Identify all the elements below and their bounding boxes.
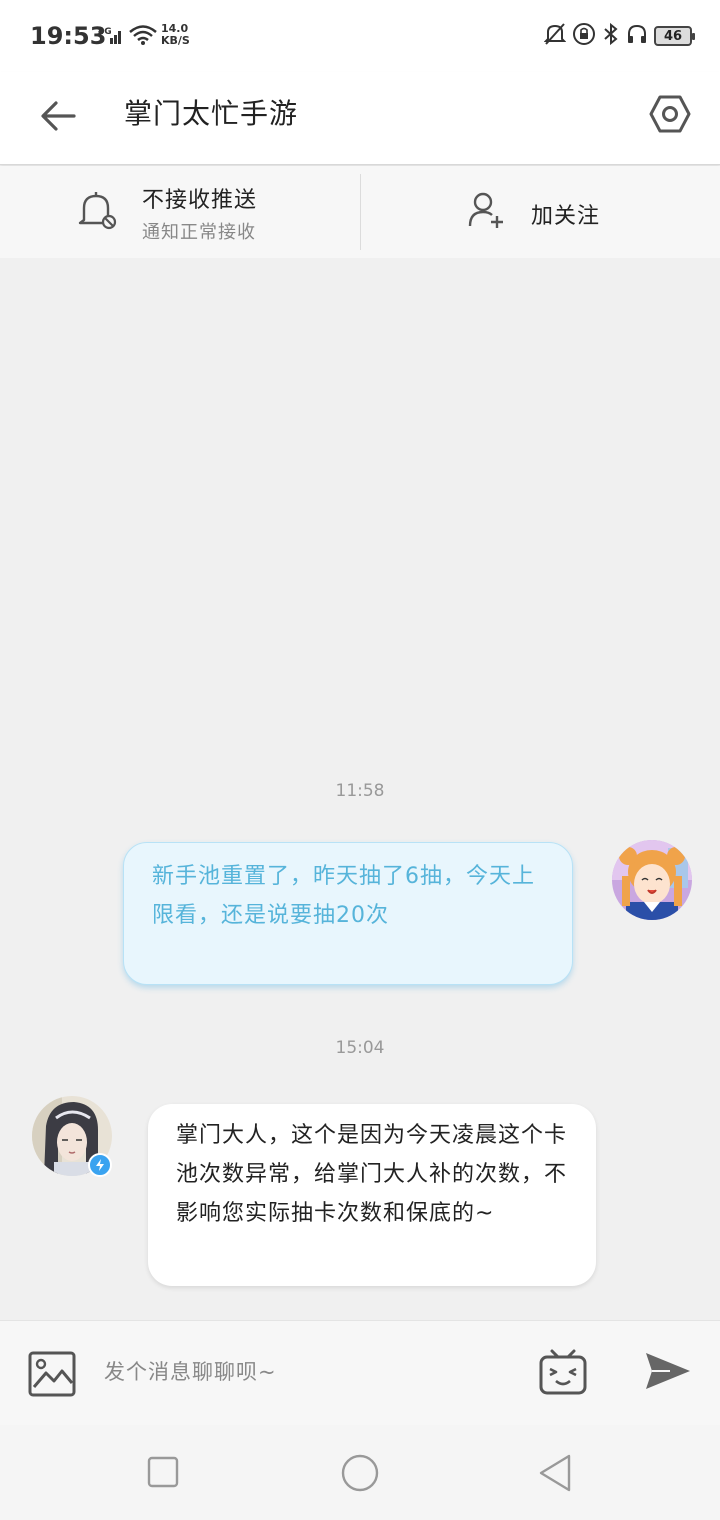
- lock-rotation-icon: [572, 22, 596, 50]
- message-timestamp: 11:58: [335, 781, 385, 801]
- send-button[interactable]: [644, 1351, 692, 1395]
- send-icon: [646, 1353, 690, 1389]
- message-timestamp: 15:04: [335, 1038, 385, 1058]
- follow-label: 加关注: [531, 204, 601, 229]
- system-back-button[interactable]: [536, 1453, 574, 1497]
- follow-button[interactable]: 加关注: [361, 166, 720, 258]
- my-avatar[interactable]: [612, 840, 692, 920]
- page-title: 掌门太忙手游: [124, 97, 299, 130]
- status-bar: 19:53 4G 14.0 KB/S 46: [0, 0, 720, 72]
- speed-unit: KB/S: [161, 34, 190, 47]
- wifi-icon: [128, 24, 158, 50]
- image-picker-button[interactable]: [28, 1351, 76, 1401]
- message-input[interactable]: [104, 1349, 514, 1395]
- mute-bell-icon: [543, 22, 567, 50]
- emoji-button[interactable]: [538, 1347, 588, 1401]
- settings-button[interactable]: [642, 86, 698, 142]
- home-button[interactable]: [340, 1453, 380, 1497]
- back-button[interactable]: [32, 90, 84, 142]
- image-icon: [28, 1351, 76, 1397]
- headphones-icon: [626, 23, 648, 49]
- push-setting-title: 不接收推送: [142, 188, 258, 213]
- bell-muted-icon: [76, 190, 120, 236]
- back-arrow-icon: [41, 101, 76, 131]
- chat-area[interactable]: 11:58 新手池重置了，昨天抽了6抽，今天上限看，还是说要抽20次 15:04: [0, 258, 720, 1320]
- circle-icon: [341, 1454, 379, 1492]
- square-icon: [147, 1456, 179, 1488]
- network-speed: 14.0 KB/S: [161, 23, 190, 47]
- bluetooth-icon: [602, 22, 620, 50]
- signal-icon: 4G: [98, 26, 124, 50]
- push-setting-button[interactable]: 不接收推送 通知正常接收: [0, 166, 360, 258]
- received-message-bubble[interactable]: 掌门大人，这个是因为今天凌晨这个卡池次数异常，给掌门大人补的次数，不影响您实际抽…: [148, 1104, 596, 1286]
- battery-indicator: 46: [654, 26, 695, 46]
- triangle-back-icon: [539, 1454, 571, 1492]
- status-icons: 46: [543, 22, 695, 50]
- recent-apps-button[interactable]: [146, 1455, 180, 1493]
- action-bar: 不接收推送 通知正常接收 加关注: [0, 166, 720, 258]
- tv-face-emoji-icon: [539, 1349, 587, 1395]
- network-type: 4G: [98, 27, 112, 37]
- status-time: 19:53: [30, 22, 107, 50]
- push-setting-subtitle: 通知正常接收: [142, 222, 256, 243]
- verified-badge-icon: [88, 1153, 112, 1177]
- my-message-bubble[interactable]: 新手池重置了，昨天抽了6抽，今天上限看，还是说要抽20次: [123, 842, 573, 985]
- system-nav-bar: [0, 1425, 720, 1520]
- message-input-bar: [0, 1320, 720, 1425]
- app-header: 掌门太忙手游: [0, 72, 720, 165]
- add-user-icon: [467, 190, 507, 234]
- hexagon-settings-icon: [649, 95, 691, 133]
